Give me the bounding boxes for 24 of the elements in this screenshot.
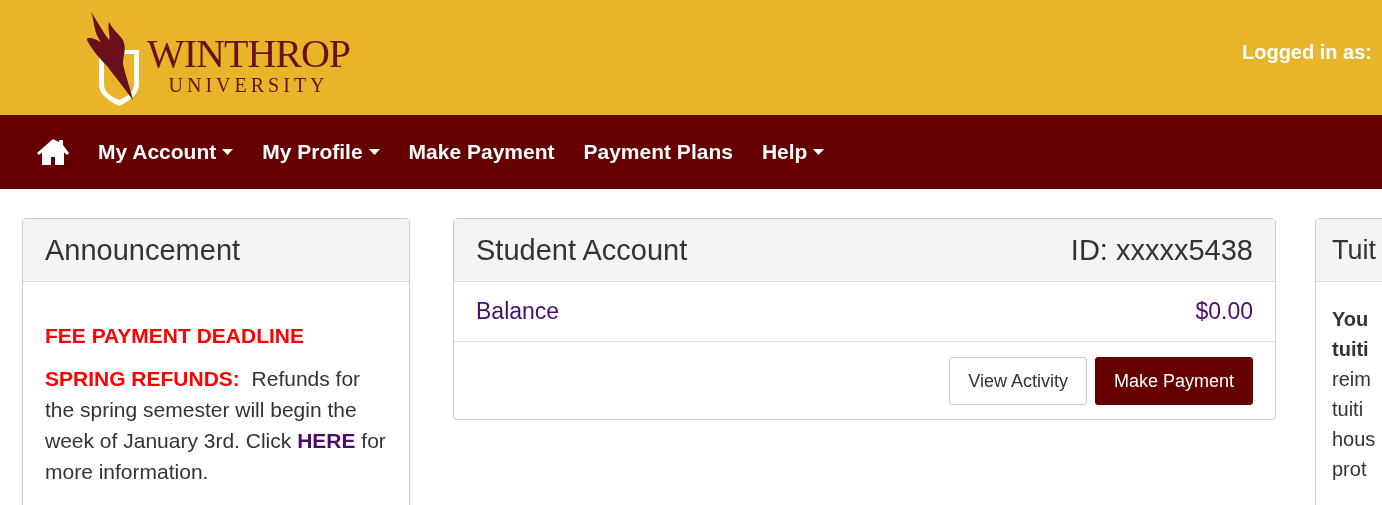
nav-link[interactable]: My Profile bbox=[262, 140, 380, 164]
account-id: ID: xxxxx5438 bbox=[1070, 233, 1253, 267]
home-icon[interactable] bbox=[36, 138, 70, 166]
panel-title: Student Account bbox=[476, 233, 688, 267]
nav-link[interactable]: Help bbox=[761, 140, 825, 164]
nav-link[interactable]: Make Payment bbox=[408, 140, 555, 164]
caret-icon bbox=[368, 149, 380, 155]
nav-link[interactable]: My Account bbox=[98, 140, 234, 164]
here-link[interactable]: HERE bbox=[297, 429, 356, 452]
tuition-text: You tuiti reim tuiti hous prot bbox=[1331, 307, 1377, 482]
logo-title: WINTHROP bbox=[147, 33, 351, 74]
logged-in-label: Logged in as: bbox=[1242, 41, 1373, 65]
caret-icon bbox=[813, 149, 825, 155]
deadline-heading: FEE PAYMENT DEADLINE bbox=[45, 323, 306, 349]
announcement-text: SPRING REFUNDS: Refunds for the spring semester will begin the week of January 3rd. Click HERE for more information. bbox=[45, 366, 387, 485]
balance-amount: $0.00 bbox=[1195, 298, 1253, 325]
make-payment-button[interactable]: Make Payment bbox=[1094, 357, 1253, 405]
panel-title: Tuit bbox=[1332, 234, 1376, 266]
caret-icon bbox=[222, 149, 234, 155]
view-activity-button[interactable]: View Activity bbox=[949, 357, 1087, 405]
logo-subtitle: UNIVERSITY bbox=[168, 73, 329, 96]
panel-title: Announcement bbox=[45, 233, 241, 267]
nav-link[interactable]: Payment Plans bbox=[583, 140, 733, 164]
balance-label: Balance bbox=[476, 298, 560, 325]
